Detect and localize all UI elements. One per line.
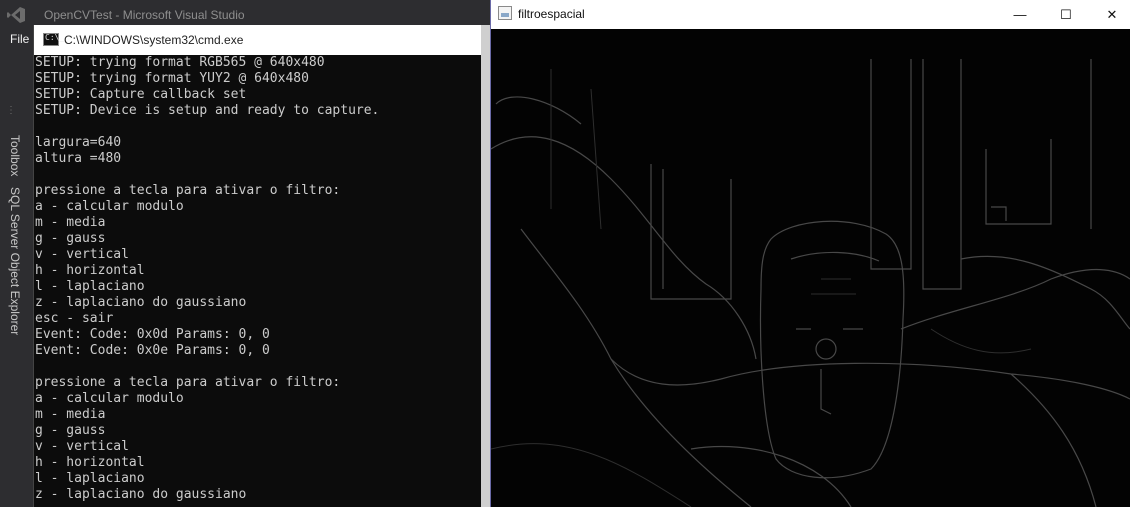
console-line: v - vertical (35, 439, 129, 454)
console-line: h - horizontal (35, 455, 145, 470)
grip-icon: ⋮ (6, 105, 16, 116)
console-line: pressione a tecla para ativar o filtro: (35, 183, 341, 198)
console-line: h - horizontal (35, 263, 145, 278)
console-line: SETUP: Device is setup and ready to capt… (35, 103, 380, 118)
console-output[interactable]: SETUP: trying format RGB565 @ 640x480 SET… (34, 55, 482, 507)
minimize-button[interactable]: — (997, 0, 1043, 29)
vs-side-panel: ⋮ Toolbox SQL Server Object Explorer (0, 50, 33, 507)
filtroespacial-window[interactable]: filtroespacial — ☐ ✕ (490, 0, 1130, 507)
console-line: l - laplaciano (35, 471, 145, 486)
console-line: SETUP: trying format YUY2 @ 640x480 (35, 71, 309, 86)
image-window-titlebar[interactable]: filtroespacial — ☐ ✕ (491, 0, 1130, 29)
window-divider (481, 25, 490, 507)
console-line: m - media (35, 215, 106, 230)
edge-image (491, 29, 1130, 507)
console-line: altura =480 (35, 151, 122, 166)
toolbox-tab[interactable]: Toolbox (8, 135, 22, 176)
console-line: largura=640 (35, 135, 122, 150)
visual-studio-logo-icon (7, 7, 25, 23)
console-line: Event: Code: 0x0e Params: 0, 0 (35, 343, 270, 358)
console-line: v - vertical (35, 247, 129, 262)
console-line: g - gauss (35, 231, 106, 246)
console-line: SETUP: trying format RGB565 @ 640x480 (35, 55, 325, 70)
console-line: z - laplaciano do gaussiano (35, 487, 247, 502)
cmd-window-title: C:\WINDOWS\system32\cmd.exe (64, 33, 244, 47)
sql-server-object-explorer-tab[interactable]: SQL Server Object Explorer (8, 187, 22, 335)
console-line: m - media (35, 407, 106, 422)
filtered-camera-image (491, 29, 1130, 507)
console-line: SETUP: Capture callback set (35, 87, 247, 102)
menu-file[interactable]: File (10, 32, 29, 46)
desktop: OpenCVTest - Microsoft Visual Studio Fil… (0, 0, 1130, 507)
console-line: z - laplaciano do gaussiano (35, 295, 247, 310)
console-line: a - calcular modulo (35, 199, 184, 214)
cmd-window[interactable]: C:\_ C:\WINDOWS\system32\cmd.exe SETUP: … (33, 25, 482, 507)
cmd-titlebar[interactable]: C:\_ C:\WINDOWS\system32\cmd.exe (34, 25, 482, 55)
app-icon (498, 6, 512, 20)
console-line: l - laplaciano (35, 279, 145, 294)
image-window-title: filtroespacial (518, 7, 585, 21)
console-line: Event: Code: 0x0d Params: 0, 0 (35, 327, 270, 342)
vs-window-title: OpenCVTest - Microsoft Visual Studio (44, 8, 245, 22)
maximize-button[interactable]: ☐ (1043, 0, 1089, 29)
console-line: pressione a tecla para ativar o filtro: (35, 375, 341, 390)
console-icon: C:\_ (43, 33, 64, 46)
console-line: g - gauss (35, 423, 106, 438)
close-button[interactable]: ✕ (1089, 0, 1130, 29)
console-line: esc - sair (35, 311, 114, 326)
console-line: a - calcular modulo (35, 391, 184, 406)
